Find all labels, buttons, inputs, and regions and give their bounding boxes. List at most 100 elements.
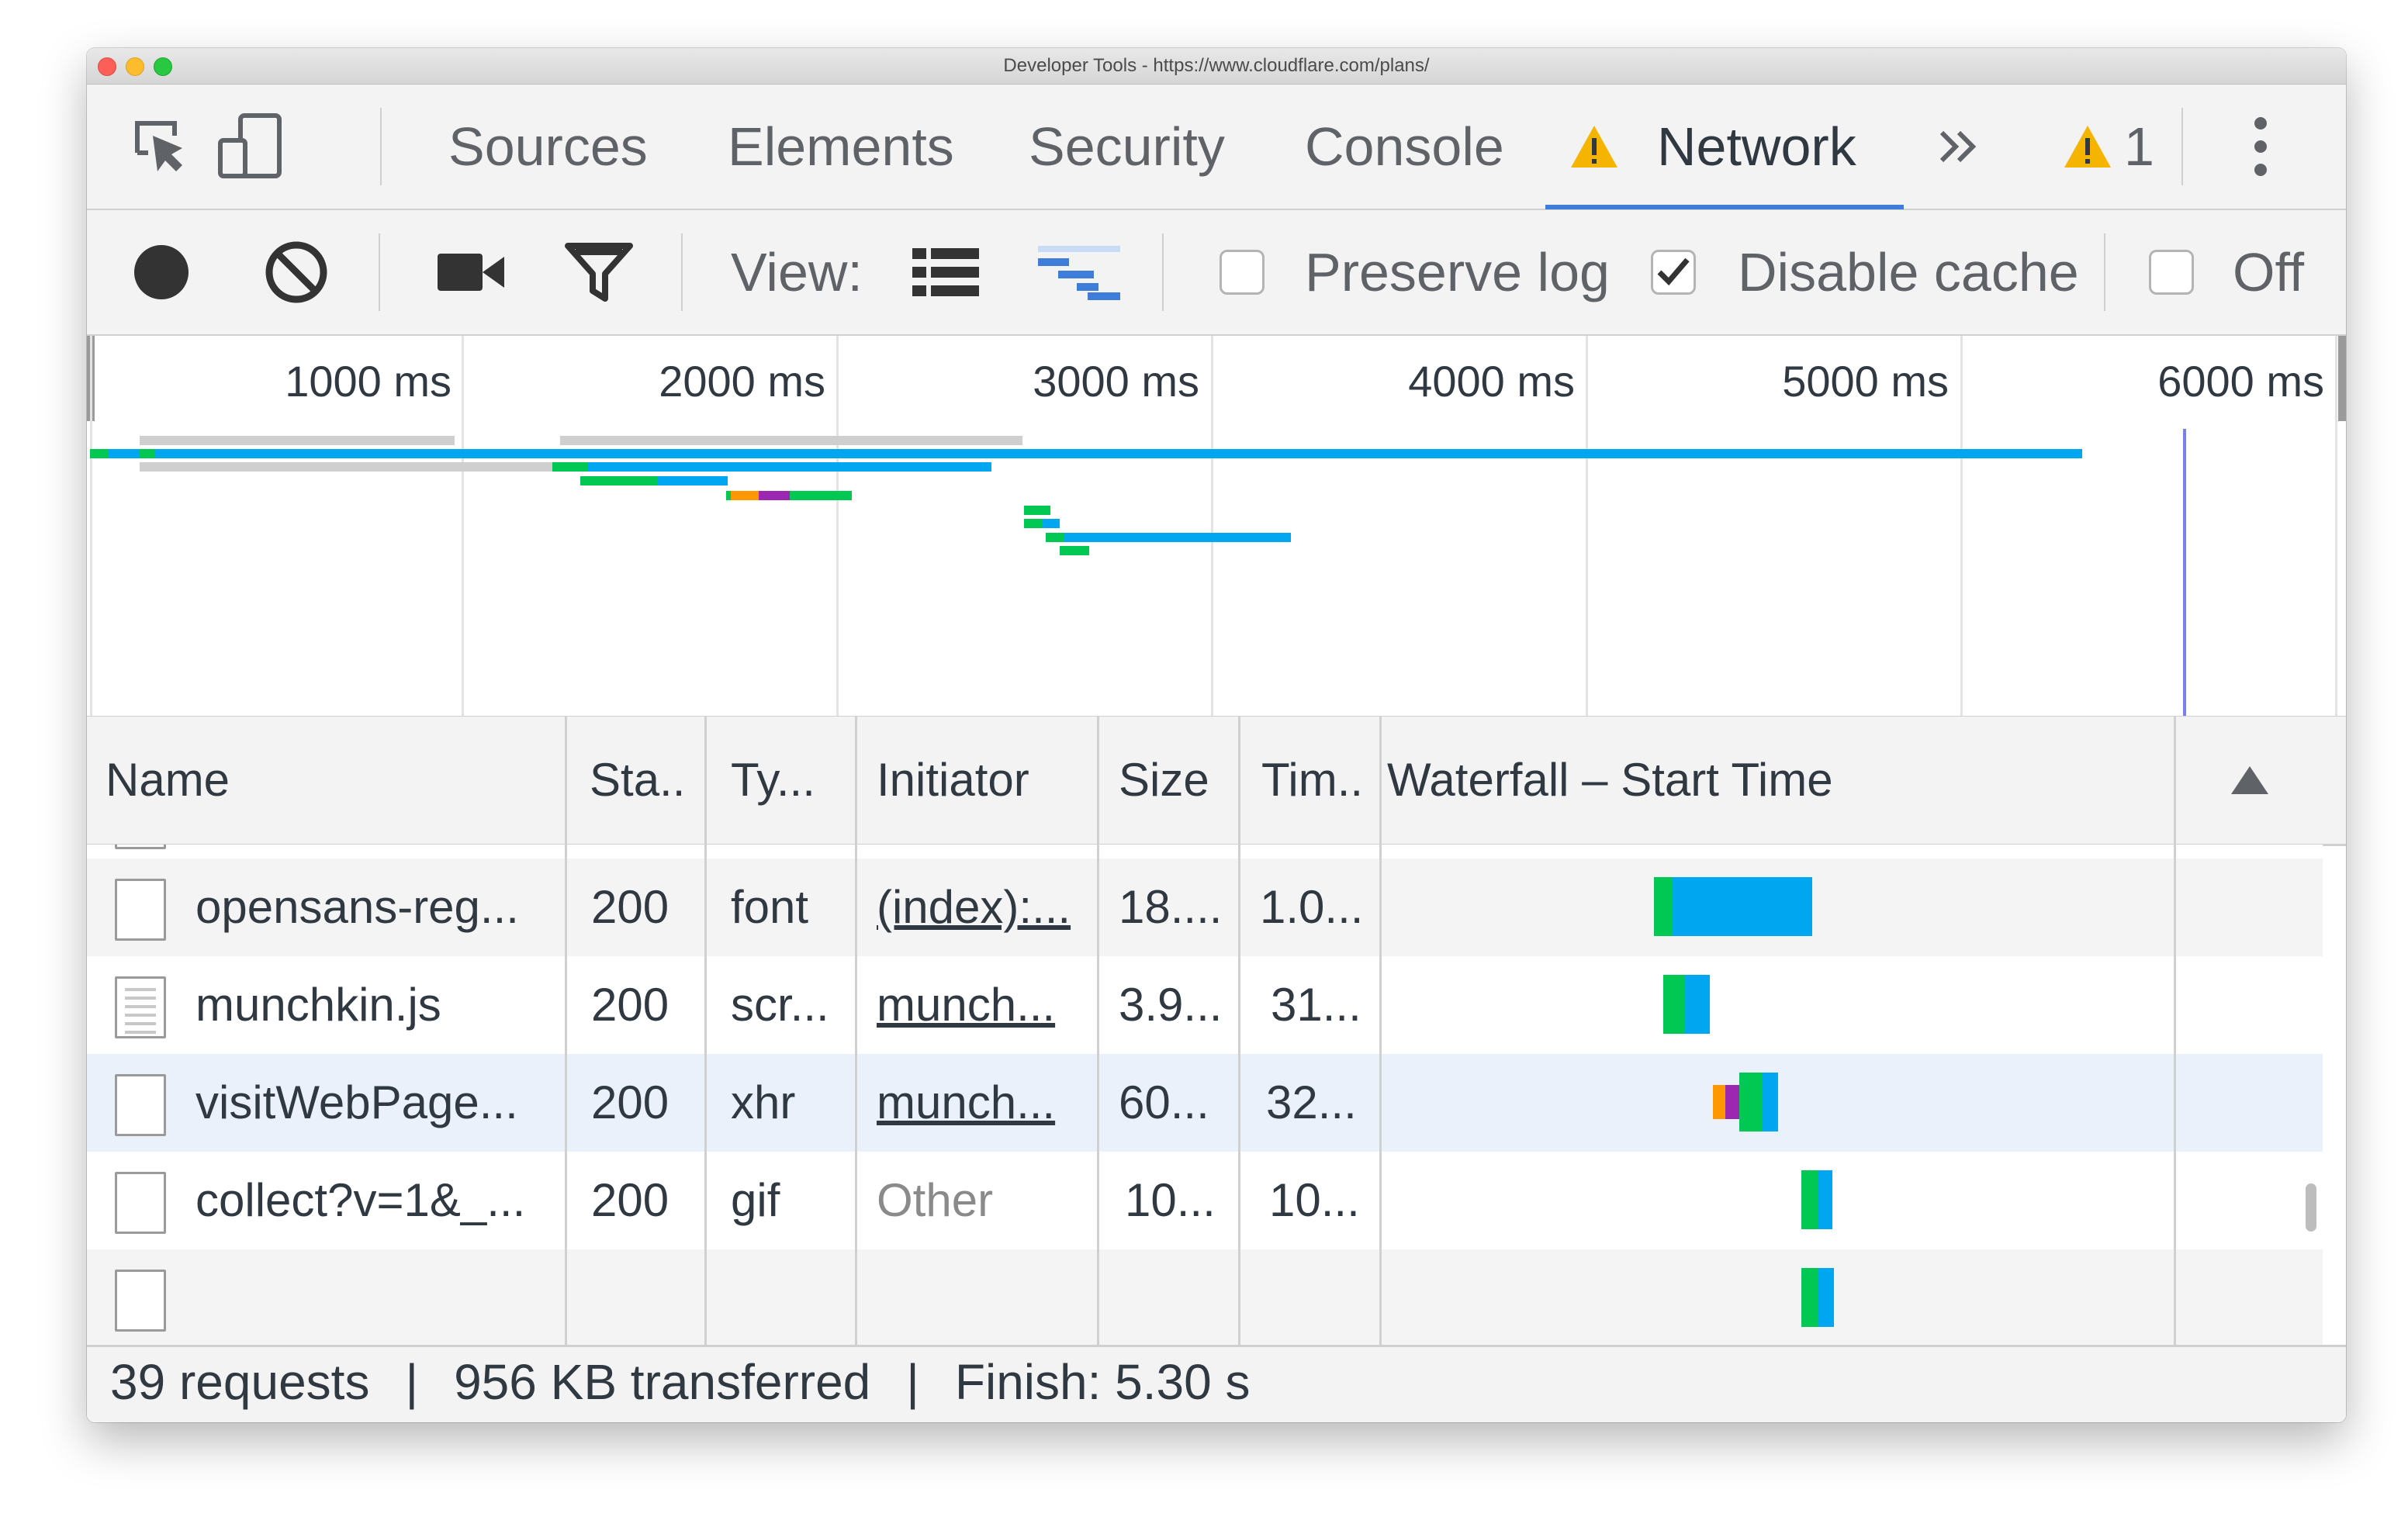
record-icon[interactable] [132,210,191,334]
toolbar-divider-4 [2104,233,2105,311]
offline-label[interactable]: Off [2233,241,2304,303]
request-initiator-link[interactable]: munch... [877,956,1102,1054]
disable-cache-label[interactable]: Disable cache [1738,241,2079,303]
preserve-log-checkbox[interactable] [1220,250,1265,295]
tick-label-1000ms: 1000 ms [285,357,452,406]
overview-bar [140,462,552,472]
column-header-status[interactable]: Sta.. [590,717,714,844]
tab-console[interactable]: Console [1305,85,1504,209]
tabbar-divider [380,108,382,185]
toolbar-divider-3 [1162,233,1164,311]
warning-count[interactable]: 1 [2124,85,2154,209]
inspect-element-icon[interactable] [126,85,195,209]
request-status: 200 [591,979,669,1031]
request-type: scr... [731,979,829,1031]
active-tab-indicator [1545,205,1904,209]
request-initiator-link[interactable]: munch... [877,1054,1102,1152]
table-row[interactable]: munchkin.js 200 scr... munch... 3.9... 3… [87,956,2323,1054]
request-time: 32... [1266,1076,1357,1128]
column-header-time[interactable]: Tim.. [1261,717,1378,844]
overview-bar [731,491,759,500]
overview-bar [109,449,140,458]
request-size: 3.9... [1119,979,1223,1031]
offline-checkbox[interactable] [2149,250,2194,295]
table-row[interactable] [87,1249,2323,1345]
overview-right-handle[interactable] [2338,336,2346,421]
request-status: 200 [591,1076,669,1128]
request-name: munchkin.js [195,979,441,1031]
waterfall-stalled-bar [1713,1085,1725,1119]
tab-network[interactable]: Network [1657,85,1856,209]
column-divider[interactable] [2174,717,2176,1345]
column-divider[interactable] [1379,717,1382,1345]
column-header-size[interactable]: Size [1119,717,1243,844]
kebab-menu-icon[interactable] [2237,85,2284,209]
warning-icon[interactable] [2060,85,2115,209]
column-header-waterfall[interactable]: Waterfall – Start Time [1387,717,2171,844]
grid-line [1211,336,1213,716]
large-rows-list-icon[interactable] [912,210,979,334]
tick-label-6000ms: 6000 ms [2157,357,2324,406]
request-size: 60... [1119,1076,1209,1128]
table-row[interactable]: collect?v=1&_... 200 gif Other 10... 10.… [87,1152,2323,1249]
request-name: visitWebPage... [195,1076,518,1128]
clear-icon[interactable] [264,210,329,334]
device-toolbar-icon[interactable] [211,85,289,209]
request-size: 18.... [1119,881,1223,933]
request-status: 200 [591,1174,669,1226]
tab-sources[interactable]: Sources [448,85,648,209]
disable-cache-checkbox[interactable] [1651,250,1696,295]
status-divider: | [906,1354,919,1410]
overview-bar [658,476,728,485]
screenshot-camera-icon[interactable] [436,210,506,334]
tick-label-4000ms: 4000 ms [1408,357,1575,406]
vertical-scrollbar[interactable] [2306,1183,2316,1232]
column-header-type[interactable]: Ty... [731,717,855,844]
column-divider[interactable] [1238,717,1240,1345]
request-status: 200 [591,881,669,933]
table-row-selected[interactable]: visitWebPage... 200 xhr munch... 60... 3… [87,1054,2323,1152]
requests-table-header: Name Sta.. Ty... Initiator Size Tim.. Wa… [87,717,2346,846]
grid-line [2335,336,2337,716]
status-bar: 39 requests | 956 KB transferred | Finish: 5… [87,1345,2346,1422]
waterfall-download-bar [1673,877,1812,936]
waterfall-download-bar [1818,1170,1832,1229]
overview-bar [140,449,155,458]
column-header-initiator[interactable]: Initiator [877,717,1102,844]
toolbar-divider-2 [681,233,683,311]
tab-elements[interactable]: Elements [728,85,954,209]
sort-ascending-triangle-icon[interactable] [2211,717,2289,844]
requests-table-body[interactable]: opensans-reg... 200 font (index):... 18.… [87,845,2346,1345]
waterfall-waiting-bar [1801,1268,1818,1327]
preserve-log-label[interactable]: Preserve log [1305,241,1610,303]
request-type: gif [731,1174,780,1226]
column-header-name[interactable]: Name [106,717,555,844]
overview-bar [1060,546,1089,555]
load-event-line [2183,429,2186,716]
tab-security[interactable]: Security [1029,85,1225,209]
overview-bar [1024,519,1043,528]
column-divider[interactable] [1097,717,1099,1345]
status-summary: 39 requests | 956 KB transferred | Finish: 5… [110,1347,1251,1417]
request-initiator-link[interactable]: (index):... [877,859,1102,956]
network-warning-icon [1567,85,1621,209]
table-row[interactable]: opensans-reg... 200 font (index):... 18.… [87,859,2323,956]
filter-icon[interactable] [565,210,633,334]
toolbar-divider [379,233,380,311]
grid-line [462,336,464,716]
view-label: View: [731,242,863,302]
waterfall-download-bar [1685,975,1710,1034]
column-divider[interactable] [565,717,567,1345]
request-size: 10... [1125,1174,1216,1226]
table-row[interactable] [87,845,2323,859]
overview-waterfall-icon[interactable] [1038,210,1120,334]
panel-tab-bar: Sources Elements Security Console Networ… [87,85,2346,210]
column-divider[interactable] [855,717,857,1345]
overview-bar [1043,519,1060,528]
network-overview[interactable]: 1000 ms 2000 ms 3000 ms 4000 ms 5000 ms … [87,336,2346,718]
chevron-double-right-icon[interactable] [1932,85,1986,209]
column-divider[interactable] [704,717,707,1345]
tick-label-5000ms: 5000 ms [1782,357,1949,406]
document-icon [115,1172,166,1234]
waterfall-ssl-bar [1725,1085,1739,1119]
